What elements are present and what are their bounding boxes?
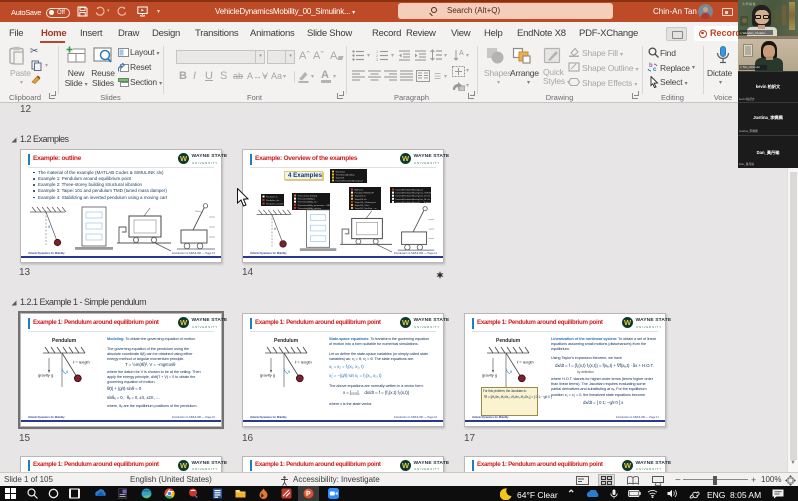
svg-text:gravity g: gravity g xyxy=(260,373,275,378)
svg-text:A: A xyxy=(459,50,464,57)
svg-text:InvertedPendulumMovingCart: InvertedPendulumMovingCart xyxy=(336,179,364,182)
svg-text:Pendulum: Pendulum xyxy=(274,338,299,344)
svg-text:MyFun.m: MyFun.m xyxy=(355,190,364,192)
svg-text:Taipei101_93storeys.m: Taipei101_93storeys.m xyxy=(355,201,377,204)
svg-text:ThreeStoreyBuilding: ThreeStoreyBuilding xyxy=(336,173,356,176)
svg-text:InvertedPendulumMovingCart_LTI: InvertedPendulumMovingCart_LTI.slx xyxy=(395,195,431,198)
svg-text:PendulumTMD1DOF: PendulumTMD1DOF xyxy=(355,193,375,195)
svg-text:P: P xyxy=(306,491,311,498)
svg-text:Three-storey building: Three-storey building xyxy=(298,194,318,197)
svg-text:ThreestoreyBldg.m: ThreestoreyBldg.m xyxy=(298,197,316,200)
svg-text:Taipei101: Taipei101 xyxy=(336,177,346,179)
svg-text:InvertedPendulumMovingCart_ODE: InvertedPendulumMovingCart_ODE45 xyxy=(395,192,431,195)
svg-text:InvertedPendulumMovingCart: InvertedPendulumMovingCart xyxy=(395,189,423,192)
svg-text:ℓ = length: ℓ = length xyxy=(73,360,90,365)
svg-text:Pendulum.m: Pendulum.m xyxy=(266,196,278,198)
svg-text:c: c xyxy=(653,67,657,73)
svg-text:Simulation: Simulation xyxy=(336,170,347,173)
svg-text:θ: θ xyxy=(288,369,291,374)
svg-text:ℓ = length: ℓ = length xyxy=(295,360,312,365)
svg-text:Taipei101.m: Taipei101.m xyxy=(355,196,366,198)
svg-text:Pendulum: Pendulum xyxy=(52,338,77,344)
svg-text:Pendulum_slx…: Pendulum_slx… xyxy=(266,200,281,202)
svg-text:InvertedPendulumMovingC…_Nonli: InvertedPendulumMovingC…_Nonlinear.slx xyxy=(395,201,431,203)
svg-text:θ: θ xyxy=(510,369,513,374)
svg-text:ThreestoreyBldg_slx…: ThreestoreyBldg_slx… xyxy=(298,200,319,203)
svg-text:θ: θ xyxy=(274,227,276,231)
svg-text:θ: θ xyxy=(66,369,69,374)
svg-text:3: 3 xyxy=(376,57,379,61)
svg-text:gravity g: gravity g xyxy=(482,373,497,378)
svg-text:InvertedPendulumMovingCart_NL.: InvertedPendulumMovingCart_NL.slx xyxy=(395,198,430,201)
svg-text:Taipei101.slx: Taipei101.slx xyxy=(355,199,368,201)
svg-text:Pendulum: Pendulum xyxy=(496,338,521,344)
svg-text:Pendulum_solution: Pendulum_solution xyxy=(266,202,284,205)
svg-text:gravity g: gravity g xyxy=(38,373,53,378)
svg-text:ℓ = length: ℓ = length xyxy=(517,360,534,365)
